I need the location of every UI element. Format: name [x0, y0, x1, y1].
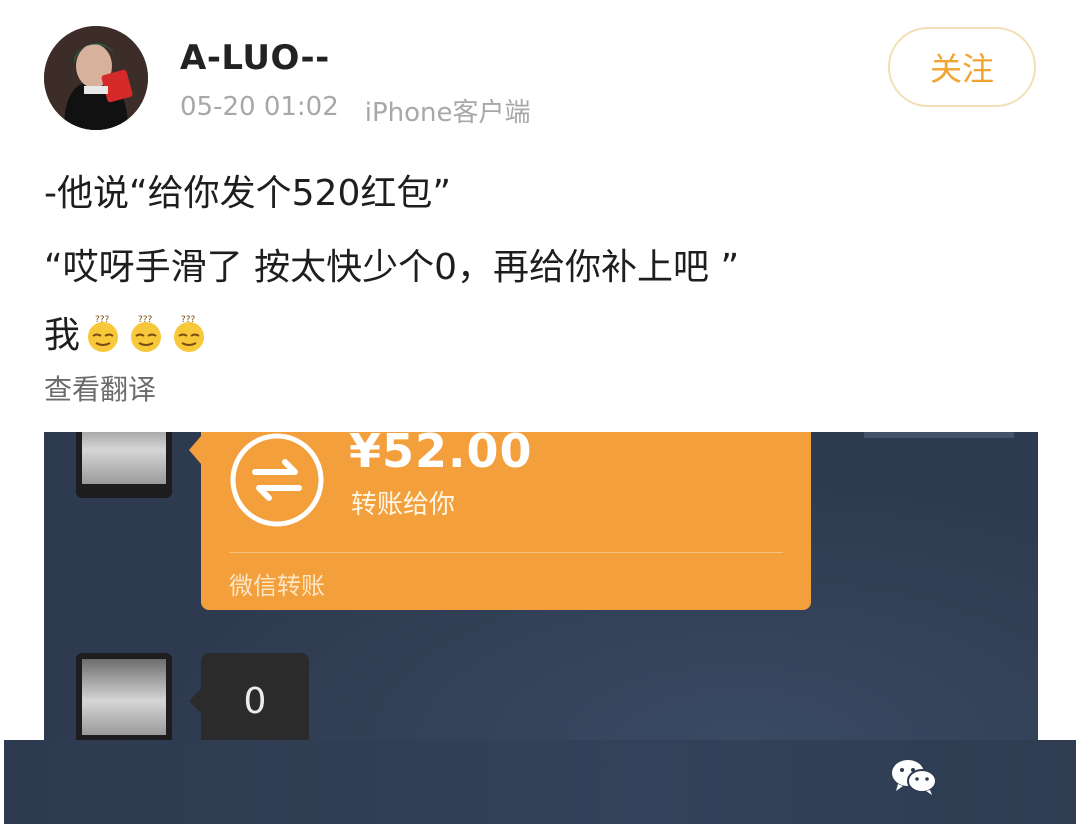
- post-text-line-3-text: 我: [44, 315, 81, 356]
- username[interactable]: A-LUO--: [180, 38, 330, 78]
- wechat-watermark-icon: [892, 760, 937, 795]
- post-text-line-3: 我 ??? ??? ???: [44, 306, 209, 358]
- message-bubble: 0: [189, 653, 309, 749]
- translate-link[interactable]: 查看翻译: [44, 368, 156, 408]
- transfer-source: 微信转账: [229, 572, 325, 600]
- chat-top-strip: [864, 432, 1014, 438]
- chat-avatar: [76, 653, 172, 749]
- post-text-line-2: “哎呀手滑了 按太快少个0，再给你补上吧 ”: [44, 247, 740, 288]
- transfer-subtitle: 转账给你: [351, 490, 456, 520]
- chat-avatar-image: [82, 659, 166, 735]
- transfer-divider: [229, 552, 783, 553]
- avatar-image: [44, 26, 148, 130]
- follow-button[interactable]: 关注: [888, 27, 1036, 107]
- post-date: 05-20 01:02: [180, 92, 339, 122]
- post-client: iPhone客户端: [364, 98, 531, 128]
- transfer-arrows-icon: [230, 433, 324, 527]
- transfer-amount: ¥52.00: [349, 432, 533, 478]
- dizzy-face-emoji-icon: ???: [88, 315, 119, 352]
- svg-text:???: ???: [95, 315, 110, 325]
- avatar[interactable]: [44, 26, 148, 130]
- dizzy-face-emoji-icon: ???: [131, 315, 162, 352]
- chat-avatar: [76, 432, 172, 498]
- post-meta: 05-20 01:02 iPhone客户端: [180, 92, 531, 129]
- chat-avatar-image: [82, 432, 166, 484]
- transfer-bubble: ¥52.00 转账给你 微信转账: [189, 432, 811, 610]
- svg-text:???: ???: [181, 315, 196, 325]
- svg-text:???: ???: [138, 315, 153, 325]
- dizzy-face-emoji-icon: ???: [174, 315, 205, 352]
- post-text-line-1: -他说“给你发个520红包”: [44, 173, 452, 214]
